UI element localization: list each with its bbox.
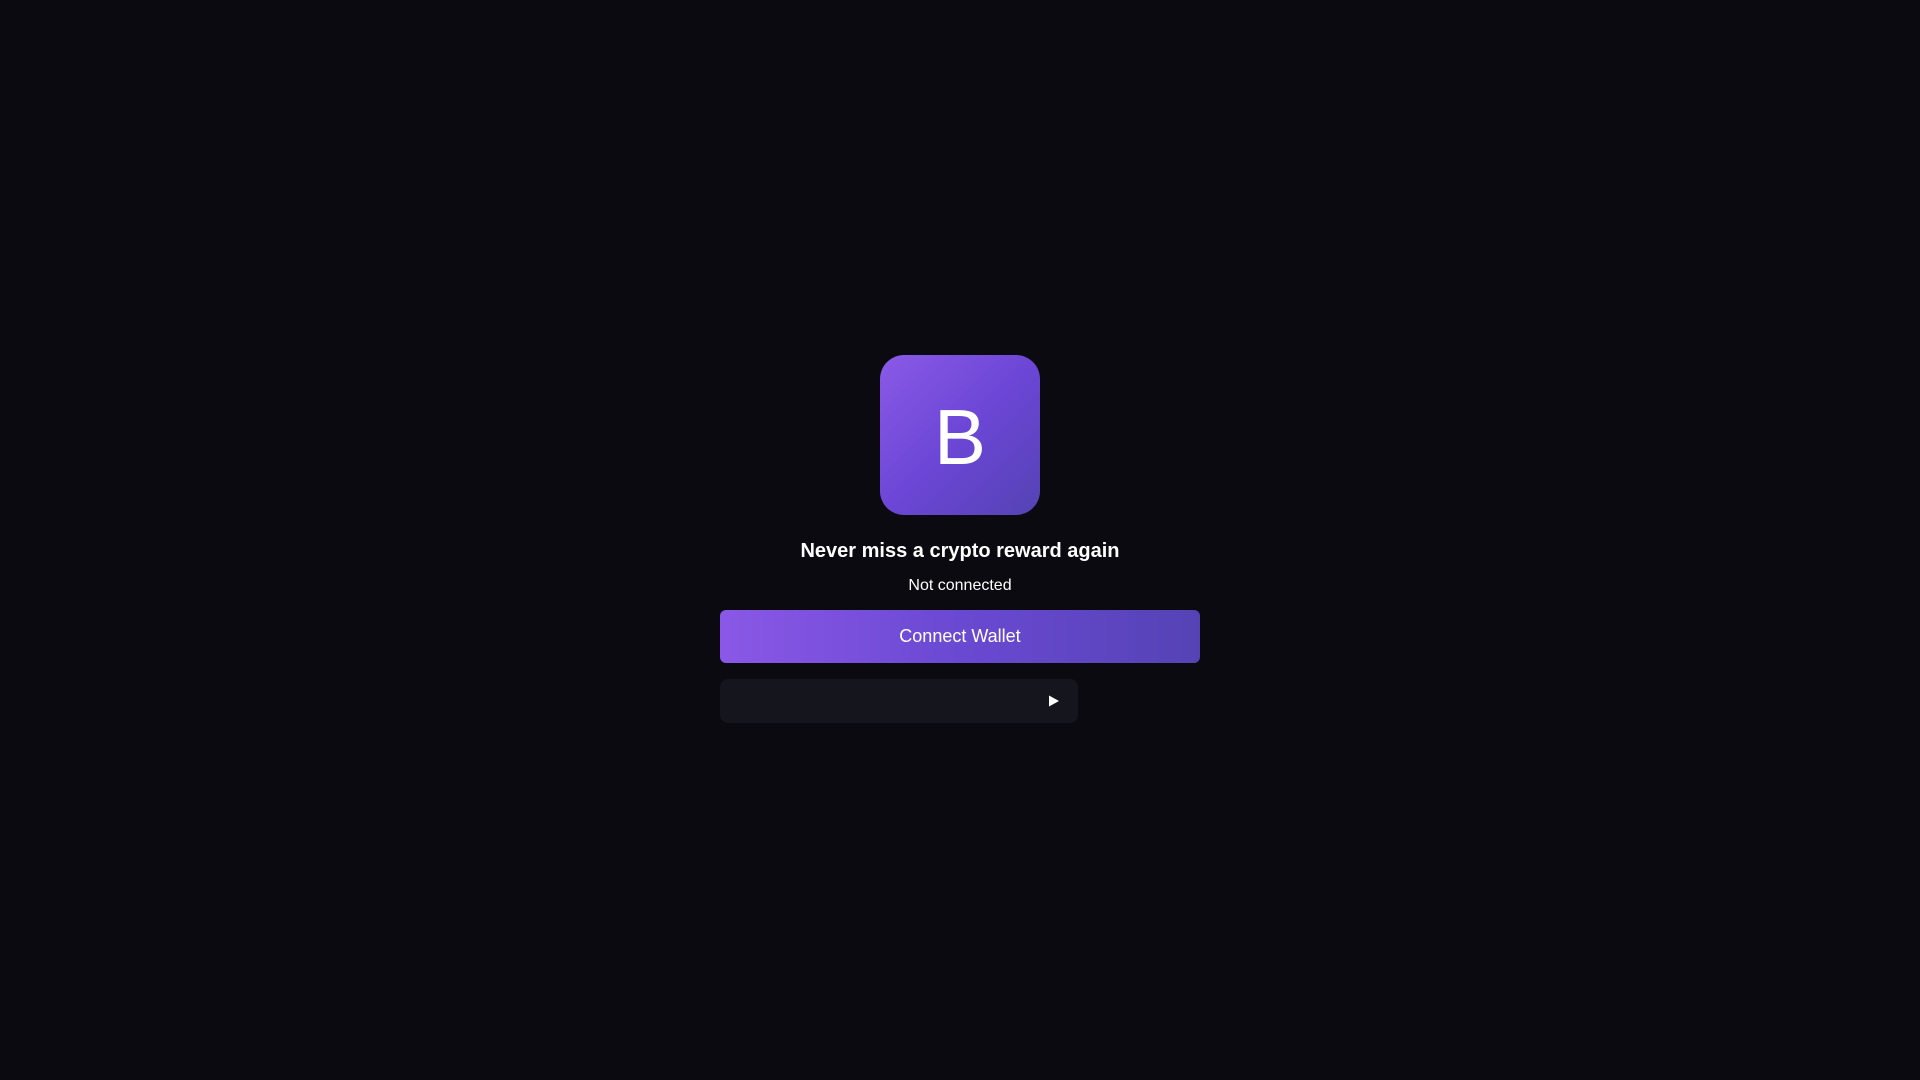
logo-letter: B xyxy=(933,393,987,481)
play-icon-glyph xyxy=(1049,695,1059,707)
onboarding-panel: B Never miss a crypto reward again Not c… xyxy=(720,355,1200,723)
media-player-bar xyxy=(720,679,1078,723)
connection-status: Not connected xyxy=(908,577,1012,594)
play-icon[interactable] xyxy=(1047,694,1061,708)
connect-wallet-button[interactable]: Connect Wallet xyxy=(720,610,1200,663)
app-screen: B Never miss a crypto reward again Not c… xyxy=(0,0,1920,1080)
app-logo: B xyxy=(880,355,1040,515)
headline: Never miss a crypto reward again xyxy=(800,540,1120,562)
